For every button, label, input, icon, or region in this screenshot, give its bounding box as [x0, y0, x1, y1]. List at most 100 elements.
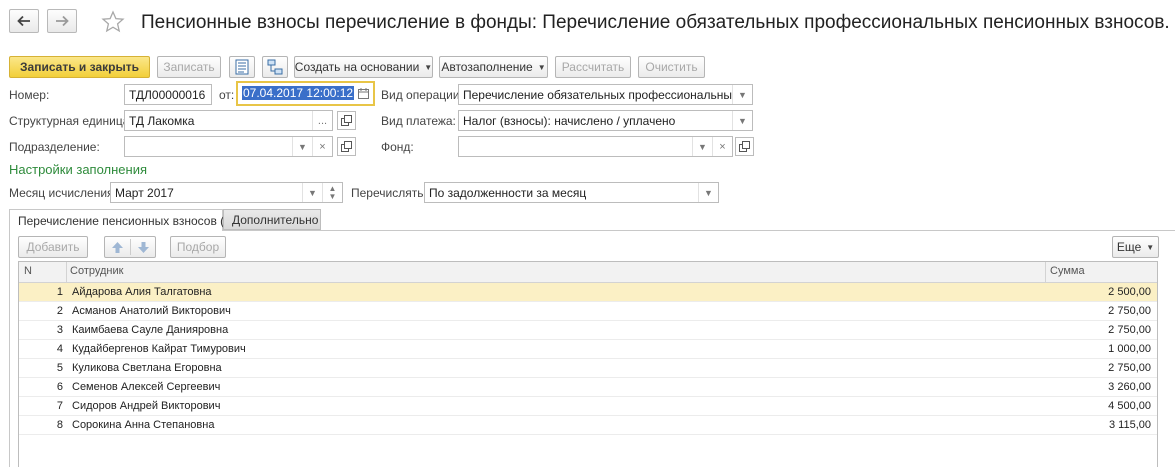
- chevron-down-icon[interactable]: ▼: [698, 183, 718, 202]
- table-row[interactable]: 2 Асманов Анатолий Викторович 2 750,00: [19, 302, 1157, 321]
- table-row[interactable]: 1 Айдарова Алия Талгатовна 2 500,00: [19, 283, 1157, 302]
- unit-field[interactable]: ТД Лакомка ...: [124, 110, 333, 131]
- row-sum: 2 500,00: [1108, 286, 1151, 298]
- row-employee: Сидоров Андрей Викторович: [72, 400, 221, 412]
- move-buttons[interactable]: [104, 236, 156, 258]
- table-row[interactable]: 3 Каимбаева Сауле Данияровна 2 750,00: [19, 321, 1157, 340]
- table-row[interactable]: 6 Семенов Алексей Сергеевич 3 260,00: [19, 378, 1157, 397]
- row-number: 8: [56, 419, 63, 431]
- number-label: Номер:: [9, 88, 50, 102]
- dept-label: Подразделение:: [9, 140, 100, 154]
- tab-additional[interactable]: Дополнительно: [223, 209, 321, 230]
- favorite-star-icon[interactable]: [101, 10, 125, 34]
- save-and-close-button[interactable]: Записать и закрыть: [9, 56, 150, 78]
- row-number: 1: [56, 286, 63, 298]
- spinner-icon[interactable]: ▲ ▼: [322, 183, 342, 202]
- chevron-down-icon: ▼: [424, 62, 433, 72]
- back-button[interactable]: [9, 9, 39, 33]
- chevron-down-icon: ▼: [1146, 242, 1155, 252]
- column-divider: [66, 262, 67, 283]
- month-field[interactable]: Март 2017 ▼ ▲ ▼: [110, 182, 343, 203]
- operation-value: Перечисление обязательных профессиональн…: [463, 88, 733, 102]
- table-row[interactable]: 7 Сидоров Андрей Викторович 4 500,00: [19, 397, 1157, 416]
- select-dots-icon[interactable]: ...: [312, 111, 332, 130]
- operation-select[interactable]: Перечисление обязательных профессиональн…: [458, 84, 753, 105]
- row-employee: Сорокина Анна Степановна: [72, 419, 215, 431]
- row-employee: Асманов Анатолий Викторович: [72, 305, 231, 317]
- fund-label: Фонд:: [381, 140, 414, 154]
- more-button[interactable]: Еще ▼: [1112, 236, 1159, 258]
- chevron-down-icon: ▼: [537, 62, 546, 72]
- month-value: Март 2017: [115, 186, 174, 200]
- chevron-down-icon[interactable]: ▼: [302, 183, 322, 202]
- transfer-value: По задолженности за месяц: [429, 186, 587, 200]
- structure-button[interactable]: [262, 56, 288, 78]
- row-sum: 3 260,00: [1108, 381, 1151, 393]
- table-header: N Сотрудник Сумма: [19, 262, 1157, 283]
- tab-pension-transfers[interactable]: Перечисление пенсионных взносов (8): [9, 209, 235, 231]
- back-arrow-icon: [17, 15, 30, 27]
- payment-select[interactable]: Налог (взносы): начислено / уплачено ▼: [458, 110, 753, 131]
- date-value: 07.04.2017 12:00:12: [242, 86, 355, 100]
- row-number: 6: [56, 381, 63, 393]
- row-sum: 1 000,00: [1108, 343, 1151, 355]
- clear-icon[interactable]: ×: [712, 137, 732, 156]
- row-sum: 2 750,00: [1108, 362, 1151, 374]
- table-row[interactable]: 8 Сорокина Анна Степановна 3 115,00: [19, 416, 1157, 435]
- column-header-n[interactable]: N: [24, 265, 32, 277]
- create-based-on-button[interactable]: Создать на основании ▼: [294, 56, 433, 78]
- column-header-employee[interactable]: Сотрудник: [70, 265, 123, 277]
- fund-field[interactable]: ▼ ×: [458, 136, 733, 157]
- pick-button[interactable]: Подбор: [170, 236, 226, 258]
- payment-label: Вид платежа:: [381, 114, 456, 128]
- column-header-sum[interactable]: Сумма: [1050, 265, 1085, 277]
- add-button[interactable]: Добавить: [18, 236, 88, 258]
- row-number: 2: [56, 305, 63, 317]
- forward-button[interactable]: [47, 9, 77, 33]
- employees-table[interactable]: N Сотрудник Сумма 1 Айдарова Алия Талгат…: [18, 261, 1158, 467]
- date-field[interactable]: 07.04.2017 12:00:12: [236, 81, 375, 106]
- table-row[interactable]: 5 Куликова Светлана Егоровна 2 750,00: [19, 359, 1157, 378]
- chevron-down-icon[interactable]: ▼: [732, 85, 752, 104]
- dept-field[interactable]: ▼ ×: [124, 136, 333, 157]
- report-button[interactable]: [229, 56, 255, 78]
- row-number: 5: [56, 362, 63, 374]
- unit-value: ТД Лакомка: [129, 114, 195, 128]
- unit-label: Структурная единица:: [9, 114, 133, 128]
- autofill-label: Автозаполнение: [441, 60, 533, 74]
- chevron-down-icon[interactable]: ▼: [292, 137, 312, 156]
- open-icon: [341, 141, 352, 152]
- open-dept-button[interactable]: [337, 137, 356, 156]
- report-icon: [235, 59, 249, 75]
- save-button[interactable]: Записать: [157, 56, 221, 78]
- open-icon: [739, 141, 750, 152]
- forward-arrow-icon: [56, 15, 69, 27]
- table-row[interactable]: 4 Кудайбергенов Кайрат Тимурович 1 000,0…: [19, 340, 1157, 359]
- structure-icon: [267, 59, 283, 75]
- open-unit-button[interactable]: [337, 111, 356, 130]
- chevron-down-icon[interactable]: ▼: [732, 111, 752, 130]
- calculate-button[interactable]: Рассчитать: [555, 56, 631, 78]
- row-sum: 4 500,00: [1108, 400, 1151, 412]
- clear-button[interactable]: Очистить: [638, 56, 705, 78]
- move-down-icon[interactable]: [137, 241, 150, 254]
- clear-icon[interactable]: ×: [312, 137, 332, 156]
- row-number: 3: [56, 324, 63, 336]
- chevron-down-icon[interactable]: ▼: [692, 137, 712, 156]
- autofill-button[interactable]: Автозаполнение ▼: [439, 56, 548, 78]
- open-icon: [341, 115, 352, 126]
- move-up-icon[interactable]: [111, 241, 124, 254]
- row-employee: Куликова Светлана Егоровна: [72, 362, 222, 374]
- row-sum: 3 115,00: [1108, 419, 1151, 431]
- number-field[interactable]: ТДЛ00000016: [124, 84, 212, 105]
- open-fund-button[interactable]: [735, 137, 754, 156]
- transfer-select[interactable]: По задолженности за месяц ▼: [424, 182, 719, 203]
- row-number: 4: [56, 343, 63, 355]
- row-number: 7: [56, 400, 63, 412]
- row-employee: Айдарова Алия Талгатовна: [72, 286, 212, 298]
- row-sum: 2 750,00: [1108, 305, 1151, 317]
- row-employee: Семенов Алексей Сергеевич: [72, 381, 221, 393]
- calendar-icon[interactable]: [353, 84, 373, 103]
- month-label: Месяц исчисления:: [9, 186, 117, 200]
- transfer-label: Перечислять:: [351, 186, 427, 200]
